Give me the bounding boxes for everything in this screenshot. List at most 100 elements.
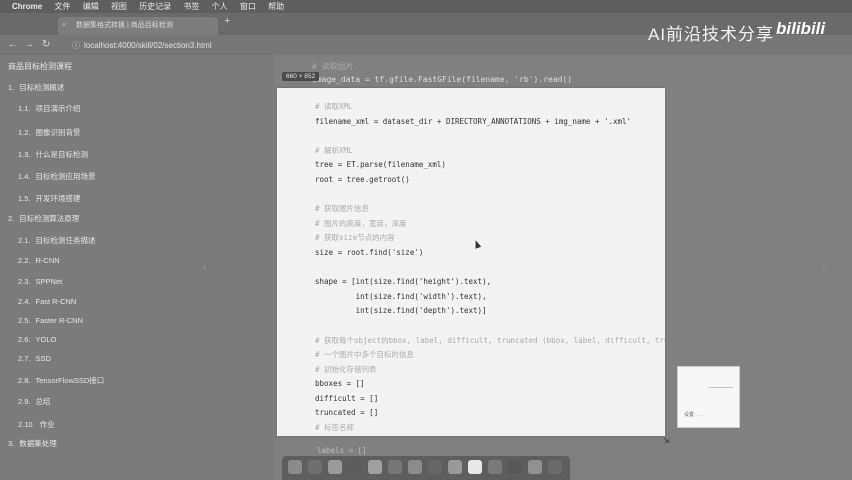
sidebar: 商品目标检测课程 <box>0 55 275 480</box>
code-line: tree = ET.parse(filename_xml) <box>315 160 446 170</box>
code-line: filename_xml = dataset_dir + DIRECTORY_A… <box>315 116 632 126</box>
url-field[interactable]: ⓘ localhost:4000/skill/02/section3.html <box>72 40 212 51</box>
sidebar-item[interactable]: 2.8. TensorFlowSSD接口 <box>18 375 104 386</box>
browser-tab[interactable]: × 数据集格式转换 | 商品目标检测 <box>58 17 218 35</box>
dock-app-icon[interactable] <box>448 460 462 474</box>
dock-app-icon[interactable] <box>328 460 342 474</box>
sidebar-item[interactable]: 2.9. 总结 <box>18 396 51 407</box>
code-block: # 读取XML filename_xml = dataset_dir + DIRE… <box>315 100 665 436</box>
sidebar-item[interactable]: 1.5. 开发环境搭建 <box>18 193 81 204</box>
chevron-left-icon[interactable]: ‹ <box>203 262 206 273</box>
sidebar-item[interactable]: 2.10. 作业 <box>18 419 55 430</box>
sidebar-item-number: 2. <box>8 214 15 223</box>
code-comment-line: # 获取size节点的内容 <box>315 233 395 243</box>
dock-app-icon[interactable] <box>368 460 382 474</box>
thumbnail-preview[interactable]: ————— 设置 . . . <box>677 366 740 428</box>
menu-item-view[interactable]: 视图 <box>111 2 127 11</box>
sidebar-item-label: 目标检测应用场景 <box>35 172 96 181</box>
new-tab-icon[interactable]: + <box>224 15 230 27</box>
dock-app-icon[interactable] <box>428 460 442 474</box>
menu-item-help[interactable]: 帮助 <box>268 2 284 11</box>
sidebar-item-number: 2.9. <box>18 397 31 406</box>
watermark-text: AI前沿技术分享 <box>648 25 775 44</box>
dock-app-icon[interactable] <box>508 460 522 474</box>
code-comment-line: # 初始化存储列表 <box>315 364 377 374</box>
code-line: size = root.find('size') <box>315 247 424 257</box>
sidebar-item-label: SSD <box>35 354 51 363</box>
tab-title: 数据集格式转换 | 商品目标检测 <box>76 22 173 29</box>
sidebar-item-label: 项目演示介绍 <box>35 104 81 113</box>
sidebar-item[interactable]: 2.5. Faster R-CNN <box>18 316 83 325</box>
dock-app-icon[interactable] <box>548 460 562 474</box>
dock-app-icon[interactable] <box>488 460 502 474</box>
code-line: bboxes = [] <box>315 379 365 389</box>
menu-item-file[interactable]: 文件 <box>54 2 70 11</box>
menu-item-history[interactable]: 历史记录 <box>139 2 171 11</box>
code-above: # 读取图片 image_data = tf.gfile.FastGFile(f… <box>312 60 572 86</box>
url-text: localhost:4000/skill/02/section3.html <box>84 41 212 50</box>
back-icon[interactable]: ← <box>8 39 18 50</box>
code-comment-line: # 一个图片中多个目标的信息 <box>315 350 415 360</box>
sidebar-item-number: 2.5. <box>18 316 31 325</box>
dock-app-icon[interactable] <box>308 460 322 474</box>
sidebar-item-number: 2.7. <box>18 354 31 363</box>
sidebar-item-number: 2.4. <box>18 297 31 306</box>
resize-cursor-icon: ⇲ <box>663 436 670 445</box>
sidebar-item[interactable]: 2.1. 目标检测任务描述 <box>18 235 96 246</box>
forward-icon[interactable]: → <box>24 39 34 50</box>
menu-app-name[interactable]: Chrome <box>12 2 42 11</box>
menu-item-bookmarks[interactable]: 书签 <box>183 2 199 11</box>
sidebar-item-number: 3. <box>8 439 15 448</box>
dock-app-icon[interactable] <box>388 460 402 474</box>
code-comment-line: # 读取XML <box>315 102 353 111</box>
sidebar-item[interactable]: 2.7. SSD <box>18 354 51 363</box>
sidebar-item[interactable]: 1.3. 什么是目标检测 <box>18 149 88 160</box>
sidebar-item[interactable]: 2.6. YOLO <box>18 335 56 344</box>
dock-app-icon[interactable] <box>348 460 362 474</box>
sidebar-item[interactable]: 1.4. 目标检测应用场景 <box>18 171 96 182</box>
code-zoom-panel[interactable]: # 读取XML filename_xml = dataset_dir + DIRE… <box>277 88 665 436</box>
sidebar-item-number: 2.8. <box>18 376 31 385</box>
dock-app-icon[interactable] <box>528 460 542 474</box>
sidebar-item-label: TensorFlowSSD接口 <box>35 376 105 385</box>
code-comment-line: # 标签名称 <box>315 423 355 433</box>
sidebar-item-label: 总结 <box>35 397 51 406</box>
sidebar-item-label: YOLO <box>35 335 57 344</box>
sidebar-item-label: Fast R-CNN <box>35 297 77 306</box>
sidebar-item[interactable]: 2.3. SPPNet <box>18 277 62 286</box>
menu-item-edit[interactable]: 编辑 <box>83 2 99 11</box>
menu-item-people[interactable]: 个人 <box>212 2 228 11</box>
sidebar-item-label: Faster R-CNN <box>35 316 84 325</box>
dock <box>282 456 570 480</box>
code-line: difficult = [] <box>315 393 379 403</box>
sidebar-item-number: 2.3. <box>18 277 31 286</box>
chevron-right-icon[interactable]: › <box>822 262 825 273</box>
info-icon: ⓘ <box>72 41 80 50</box>
sidebar-item[interactable]: 3. 数据集处理 <box>8 438 57 449</box>
sidebar-item-number: 1.2. <box>18 128 31 137</box>
sidebar-item[interactable]: 2.4. Fast R-CNN <box>18 297 76 306</box>
menu-item-window[interactable]: 窗口 <box>240 2 256 11</box>
dock-app-icon[interactable] <box>408 460 422 474</box>
dock-app-icon[interactable] <box>468 460 482 474</box>
sidebar-item-number: 2.1. <box>18 236 31 245</box>
close-tab-icon[interactable]: × <box>62 17 66 35</box>
reload-icon[interactable]: ↻ <box>42 39 50 50</box>
code-line: root = tree.getroot() <box>315 174 410 184</box>
sidebar-item[interactable]: 1.2. 图像识别背景 <box>18 127 81 138</box>
code-line: shape = [int(size.find('height').text), <box>315 277 492 287</box>
code-above-line: # 读取图片 <box>312 62 354 71</box>
sidebar-item-number: 2.10. <box>18 420 35 429</box>
sidebar-item[interactable]: 2. 目标检测算法原理 <box>8 213 79 224</box>
sidebar-item-label: 什么是目标检测 <box>35 150 89 159</box>
sidebar-item[interactable]: 1.1. 项目演示介绍 <box>18 103 81 114</box>
sidebar-item[interactable]: 1. 目标检测概述 <box>8 82 64 93</box>
course-title[interactable]: 商品目标检测课程 <box>8 61 72 72</box>
sidebar-item-number: 1.4. <box>18 172 31 181</box>
sidebar-item[interactable]: 2.2. R-CNN <box>18 256 60 265</box>
thumbnail-text: ————— <box>708 385 733 391</box>
dock-app-icon[interactable] <box>288 460 302 474</box>
